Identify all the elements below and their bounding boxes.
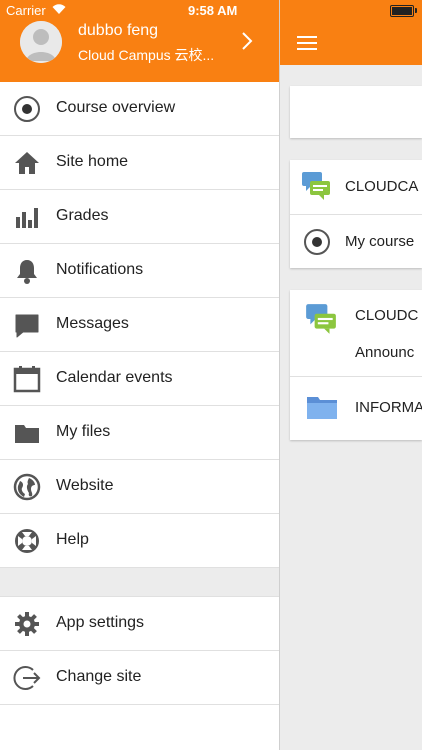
menu-item-label: Site home — [56, 153, 129, 170]
bell-icon — [12, 256, 42, 286]
logout-icon — [12, 663, 42, 693]
menu-item-messages[interactable]: Messages — [0, 298, 279, 352]
menu-item-label: Help — [56, 531, 89, 548]
course-overview-icon — [303, 228, 331, 261]
menu-item-change-site[interactable]: Change site — [0, 651, 279, 705]
calendar-icon — [12, 364, 42, 394]
menu-item-label: Course overview — [56, 99, 176, 116]
menu-item-label: Calendar events — [56, 369, 173, 386]
menu-item-label: Change site — [56, 668, 142, 685]
course-overview-icon — [12, 94, 42, 124]
forum-title: CLOUDCA — [345, 178, 419, 195]
my-courses-label: My course — [345, 233, 415, 250]
menu-item-grades[interactable]: Grades — [0, 190, 279, 244]
battery-icon — [390, 5, 414, 17]
menu-item-label: Messages — [56, 315, 129, 332]
grades-icon — [12, 202, 42, 232]
menu-item-website[interactable]: Website — [0, 460, 279, 514]
globe-icon — [12, 472, 42, 502]
home-icon — [12, 148, 42, 178]
site-name: Cloud Campus 云校... — [78, 47, 215, 63]
forum-row[interactable]: CLOUDCA — [290, 160, 422, 214]
menu-item-course-overview[interactable]: Course overview — [0, 82, 279, 136]
side-menu: dubbo feng Cloud Campus 云校... Course ove… — [0, 0, 280, 750]
gear-icon — [12, 609, 42, 639]
forum-row[interactable]: CLOUDC Announc — [290, 290, 422, 376]
forum-icon — [304, 302, 338, 341]
menu-item-label: App settings — [56, 614, 145, 631]
menu-list: Course overview Site home Grades Notific… — [0, 82, 279, 705]
menu-item-help[interactable]: Help — [0, 514, 279, 568]
forum-title: CLOUDC — [355, 307, 419, 324]
menu-item-notifications[interactable]: Notifications — [0, 244, 279, 298]
menu-separator — [0, 568, 279, 597]
user-name: dubbo feng — [78, 22, 159, 39]
folder-icon — [306, 393, 338, 426]
folder-row[interactable]: INFORMA — [290, 376, 422, 441]
wifi-icon — [52, 3, 66, 18]
menu-item-calendar-events[interactable]: Calendar events — [0, 352, 279, 406]
content-card: CLOUDC Announc INFORMA — [290, 290, 422, 440]
lifebuoy-icon — [12, 526, 42, 556]
announcements-label: Announc — [355, 344, 415, 361]
folder-icon — [12, 418, 42, 448]
content-card: CLOUDCA My course — [290, 160, 422, 268]
content-card — [290, 86, 422, 138]
status-time: 9:58 AM — [188, 3, 238, 18]
message-icon — [12, 310, 42, 340]
menu-item-app-settings[interactable]: App settings — [0, 597, 279, 651]
menu-item-my-files[interactable]: My files — [0, 406, 279, 460]
menu-item-site-home[interactable]: Site home — [0, 136, 279, 190]
folder-title: INFORMA — [355, 399, 422, 416]
menu-item-label: Website — [56, 477, 114, 494]
avatar — [20, 21, 62, 63]
menu-item-label: Notifications — [56, 261, 144, 278]
forum-icon — [300, 170, 332, 207]
my-courses-row[interactable]: My course — [290, 214, 422, 269]
battery-cap — [415, 8, 417, 13]
chevron-right-icon[interactable] — [236, 30, 258, 52]
menu-item-label: My files — [56, 423, 111, 440]
carrier-label: Carrier — [6, 3, 46, 18]
hamburger-menu-icon[interactable] — [297, 36, 317, 50]
menu-item-label: Grades — [56, 207, 109, 224]
status-bar: Carrier 9:58 AM — [0, 0, 422, 22]
